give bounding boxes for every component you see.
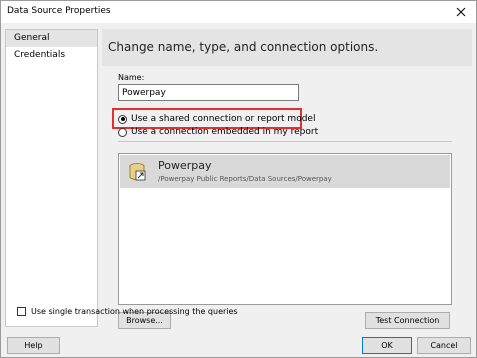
sidebar-item-credentials[interactable]: Credentials <box>6 47 97 64</box>
single-transaction-option[interactable]: Use single transaction when processing t… <box>17 307 238 316</box>
general-panel: Change name, type, and connection option… <box>102 29 472 329</box>
radio-embedded-label: Use a connection embedded in my report <box>131 127 319 137</box>
data-source-path: /Powerpay Public Reports/Data Sources/Po… <box>158 175 332 183</box>
divider <box>118 141 452 142</box>
radio-shared-connection[interactable]: Use a shared connection or report model <box>118 114 315 124</box>
panel-header: Change name, type, and connection option… <box>102 29 472 66</box>
single-transaction-checkbox[interactable] <box>17 307 26 316</box>
close-icon <box>456 7 466 17</box>
data-source-item[interactable]: Powerpay /Powerpay Public Reports/Data S… <box>120 155 450 188</box>
radio-shared-indicator[interactable] <box>118 114 127 124</box>
title-bar: Data Source Properties <box>1 1 476 23</box>
name-field[interactable] <box>118 84 299 101</box>
cancel-button[interactable]: Cancel <box>417 337 471 354</box>
radio-embedded-connection[interactable]: Use a connection embedded in my report <box>118 127 318 137</box>
data-source-properties-dialog: Data Source Properties General Credentia… <box>0 0 477 358</box>
data-source-list[interactable]: Powerpay /Powerpay Public Reports/Data S… <box>118 153 452 305</box>
test-connection-button[interactable]: Test Connection <box>365 312 450 329</box>
window-title: Data Source Properties <box>7 6 111 16</box>
radio-shared-label: Use a shared connection or report model <box>131 114 316 124</box>
single-transaction-label: Use single transaction when processing t… <box>31 307 238 316</box>
shared-data-source-icon <box>129 163 146 181</box>
ok-button[interactable]: OK <box>362 337 412 354</box>
sidebar-nav: General Credentials <box>5 29 98 327</box>
panel-heading: Change name, type, and connection option… <box>108 40 379 54</box>
radio-embedded-indicator[interactable] <box>118 127 127 137</box>
help-button[interactable]: Help <box>7 337 60 354</box>
close-button[interactable] <box>448 1 474 23</box>
name-label: Name: <box>118 73 145 82</box>
data-source-name: Powerpay <box>158 159 212 172</box>
sidebar-item-general[interactable]: General <box>6 30 97 47</box>
